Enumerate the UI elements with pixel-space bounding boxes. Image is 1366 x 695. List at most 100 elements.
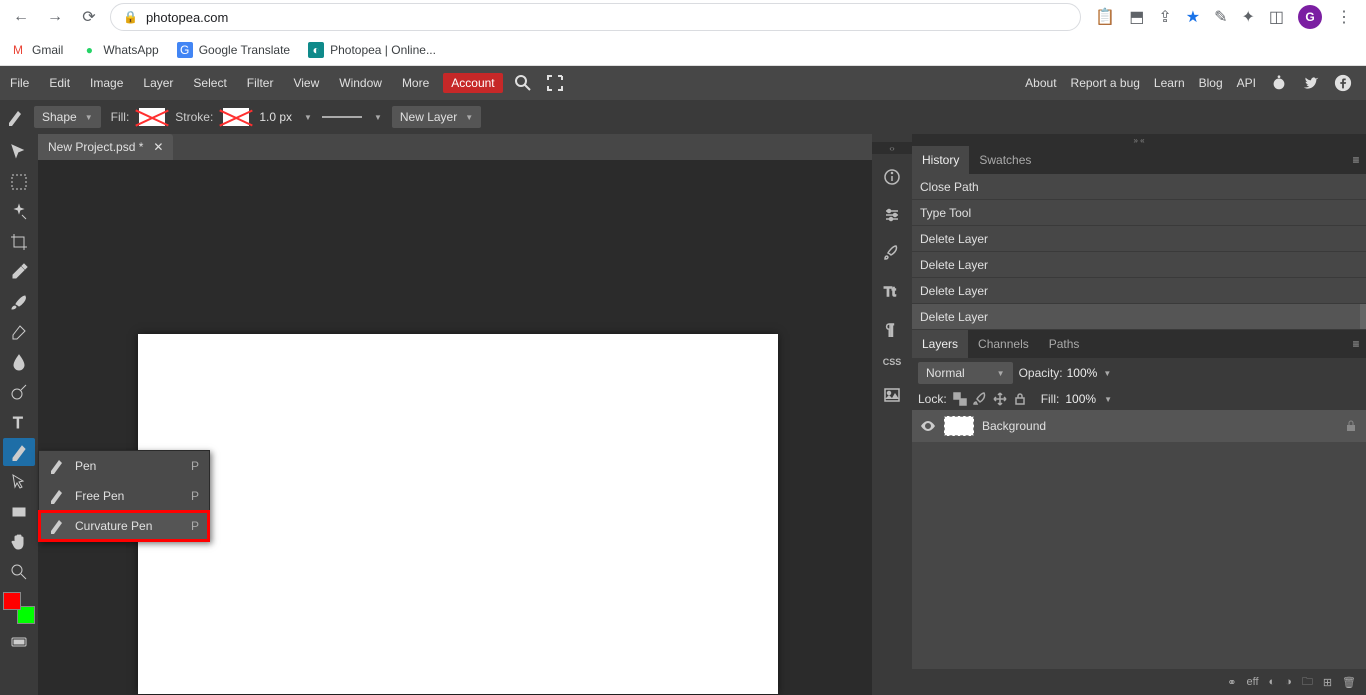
lock-paint-icon[interactable] bbox=[973, 392, 987, 406]
marquee-tool[interactable] bbox=[3, 168, 35, 196]
sidepanel-icon[interactable]: ◫ bbox=[1269, 7, 1284, 27]
tab-layers[interactable]: Layers bbox=[912, 330, 968, 358]
flyout-free-pen[interactable]: Free Pen P bbox=[39, 481, 209, 511]
menu-edit[interactable]: Edit bbox=[39, 66, 80, 100]
history-item[interactable]: Delete Layer bbox=[912, 226, 1366, 252]
canvas[interactable] bbox=[138, 334, 778, 694]
bookmark-photopea[interactable]: ◐ Photopea | Online... bbox=[308, 42, 436, 58]
shape-tool[interactable] bbox=[3, 498, 35, 526]
menu-more[interactable]: More bbox=[392, 66, 439, 100]
menu-view[interactable]: View bbox=[283, 66, 329, 100]
eraser-tool[interactable] bbox=[3, 318, 35, 346]
visibility-icon[interactable] bbox=[920, 418, 936, 434]
foreground-color[interactable] bbox=[3, 592, 21, 610]
close-icon[interactable]: ✕ bbox=[153, 140, 163, 154]
install-icon[interactable]: ⬒ bbox=[1129, 7, 1144, 27]
brush-tool[interactable] bbox=[3, 288, 35, 316]
chevron-down-icon[interactable]: ▼ bbox=[1104, 395, 1112, 404]
link-learn[interactable]: Learn bbox=[1154, 76, 1185, 90]
move-tool[interactable] bbox=[3, 138, 35, 166]
new-layer-dropdown[interactable]: New Layer▼ bbox=[392, 106, 481, 128]
effects-button[interactable]: eff bbox=[1246, 676, 1258, 688]
character-panel-icon[interactable]: Tt bbox=[877, 276, 907, 306]
reload-button[interactable]: ⟳ bbox=[76, 4, 102, 30]
mode-dropdown[interactable]: Shape▼ bbox=[34, 106, 101, 128]
lock-move-icon[interactable] bbox=[993, 392, 1007, 406]
history-item[interactable]: Delete Layer bbox=[912, 252, 1366, 278]
account-button[interactable]: Account bbox=[443, 73, 502, 93]
adjustments-panel-icon[interactable] bbox=[877, 200, 907, 230]
search-icon[interactable] bbox=[513, 73, 533, 93]
history-item[interactable]: Delete Layer bbox=[912, 304, 1366, 330]
twitter-icon[interactable] bbox=[1302, 74, 1320, 92]
back-button[interactable]: ← bbox=[8, 4, 34, 30]
link-blog[interactable]: Blog bbox=[1199, 76, 1223, 90]
eyedropper-tool[interactable] bbox=[3, 258, 35, 286]
lock-icon[interactable] bbox=[1344, 419, 1358, 433]
new-layer-icon[interactable]: ⊞ bbox=[1323, 676, 1332, 689]
flyout-curvature-pen[interactable]: Curvature Pen P bbox=[39, 511, 209, 541]
zoom-tool[interactable] bbox=[3, 558, 35, 586]
stroke-style[interactable] bbox=[322, 116, 362, 118]
blend-mode-select[interactable]: Normal▼ bbox=[918, 362, 1013, 384]
bookmark-google-translate[interactable]: G Google Translate bbox=[177, 42, 290, 58]
chevron-down-icon[interactable]: ▼ bbox=[304, 113, 312, 122]
type-tool[interactable]: T bbox=[3, 408, 35, 436]
history-item[interactable]: Close Path bbox=[912, 174, 1366, 200]
wand-tool[interactable] bbox=[3, 198, 35, 226]
share-icon[interactable]: ⇪ bbox=[1158, 7, 1171, 27]
link-api[interactable]: API bbox=[1237, 76, 1256, 90]
panel-menu-icon[interactable]: ≡ bbox=[1346, 337, 1366, 351]
layer-row[interactable]: Background bbox=[912, 410, 1366, 442]
menu-image[interactable]: Image bbox=[80, 66, 133, 100]
link-report[interactable]: Report a bug bbox=[1071, 76, 1140, 90]
crop-tool[interactable] bbox=[3, 228, 35, 256]
tab-swatches[interactable]: Swatches bbox=[969, 146, 1041, 174]
color-swatches[interactable] bbox=[3, 592, 35, 624]
facebook-icon[interactable] bbox=[1334, 74, 1352, 92]
menu-filter[interactable]: Filter bbox=[237, 66, 284, 100]
menu-layer[interactable]: Layer bbox=[133, 66, 183, 100]
link-layers-icon[interactable]: ⚭ bbox=[1227, 676, 1236, 689]
fill-value[interactable]: 100% bbox=[1065, 392, 1096, 406]
chevron-down-icon[interactable]: ▼ bbox=[1103, 369, 1111, 378]
flyout-pen[interactable]: Pen P bbox=[39, 451, 209, 481]
tab-history[interactable]: History bbox=[912, 146, 969, 174]
pen-tool[interactable] bbox=[3, 438, 35, 466]
opacity-value[interactable]: 100% bbox=[1067, 366, 1098, 380]
menu-file[interactable]: File bbox=[0, 66, 39, 100]
extensions-icon[interactable]: ✦ bbox=[1241, 7, 1254, 27]
layer-name[interactable]: Background bbox=[982, 419, 1046, 433]
history-item[interactable]: Delete Layer bbox=[912, 278, 1366, 304]
eyedropper-extension-icon[interactable]: ✎ bbox=[1214, 7, 1227, 27]
layer-thumbnail[interactable] bbox=[944, 416, 974, 436]
canvas-area[interactable] bbox=[38, 160, 872, 695]
reddit-icon[interactable] bbox=[1270, 74, 1288, 92]
history-item[interactable]: Type Tool bbox=[912, 200, 1366, 226]
kebab-menu-icon[interactable]: ⋮ bbox=[1336, 7, 1352, 27]
css-panel-icon[interactable]: CSS bbox=[877, 352, 907, 372]
link-about[interactable]: About bbox=[1025, 76, 1056, 90]
quick-mask-tool[interactable] bbox=[3, 628, 35, 656]
chevron-down-icon[interactable]: ▼ bbox=[374, 113, 382, 122]
folder-icon[interactable]: 🗀 bbox=[1302, 673, 1313, 692]
mask-icon[interactable]: ◐ bbox=[1269, 676, 1276, 688]
thumbnail-panel-icon[interactable] bbox=[877, 380, 907, 410]
bookmark-whatsapp[interactable]: ● WhatsApp bbox=[81, 42, 158, 58]
delete-icon[interactable]: 🗑 bbox=[1342, 676, 1356, 689]
menu-window[interactable]: Window bbox=[329, 66, 392, 100]
adjustment-icon[interactable]: ◑ bbox=[1285, 676, 1292, 688]
clipboard-icon[interactable]: 📋 bbox=[1095, 7, 1115, 27]
hand-tool[interactable] bbox=[3, 528, 35, 556]
blur-tool[interactable] bbox=[3, 348, 35, 376]
profile-avatar[interactable]: G bbox=[1298, 5, 1322, 29]
fill-swatch[interactable] bbox=[139, 108, 165, 126]
info-panel-icon[interactable] bbox=[877, 162, 907, 192]
stroke-swatch[interactable] bbox=[223, 108, 249, 126]
tab-paths[interactable]: Paths bbox=[1039, 330, 1090, 358]
document-tab[interactable]: New Project.psd * ✕ bbox=[38, 134, 173, 160]
stroke-width[interactable]: 1.0 px bbox=[259, 110, 292, 124]
menu-select[interactable]: Select bbox=[183, 66, 236, 100]
fullscreen-icon[interactable] bbox=[545, 73, 565, 93]
dodge-tool[interactable] bbox=[3, 378, 35, 406]
